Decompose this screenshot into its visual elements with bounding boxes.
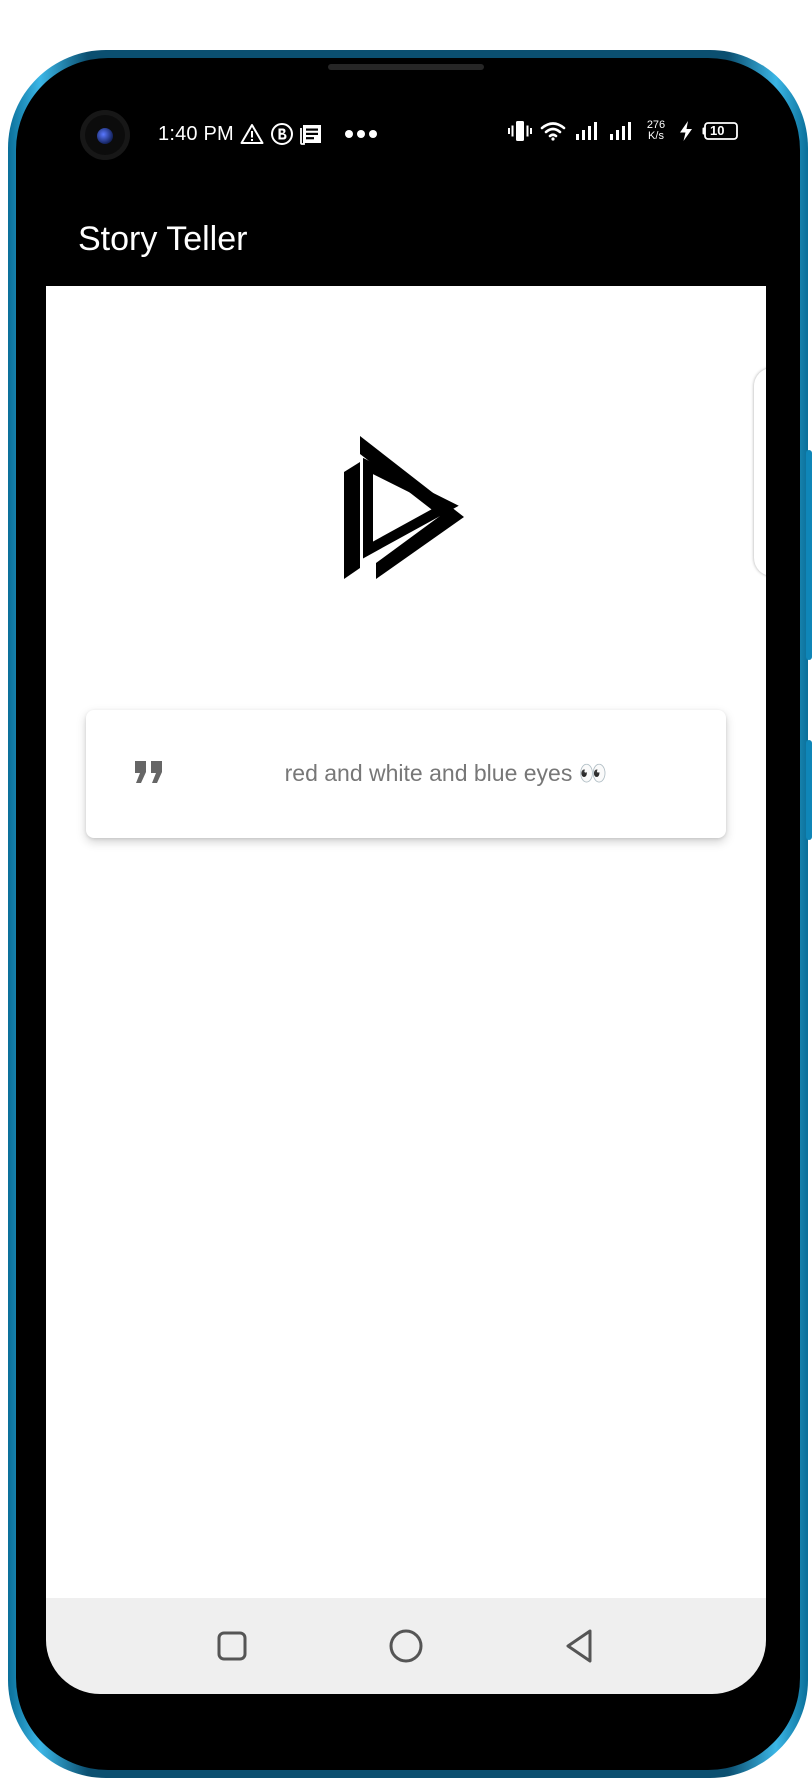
charging-icon — [678, 120, 694, 142]
vibrate-icon — [508, 120, 532, 142]
battery-level: 10 — [710, 123, 725, 138]
battery-icon: 10 — [702, 121, 740, 141]
network-speed: 276 K/s — [642, 120, 670, 142]
news-icon — [299, 123, 324, 145]
navigation-bar — [46, 1598, 766, 1694]
status-bar-left: 1:40 PM — [158, 122, 378, 146]
back-button[interactable] — [560, 1626, 600, 1666]
front-camera — [80, 110, 130, 160]
quote-text: red and white and blue eyes 👀 — [284, 760, 608, 786]
wifi-icon — [540, 121, 566, 141]
power-button — [806, 740, 812, 840]
home-icon — [389, 1629, 423, 1663]
network-speed-unit: K/s — [648, 130, 664, 142]
whatsapp-business-icon — [270, 122, 294, 146]
signal-icon — [574, 121, 600, 141]
warning-icon — [240, 123, 264, 145]
recents-icon — [217, 1631, 247, 1661]
status-time: 1:40 PM — [158, 122, 234, 145]
status-bar: 1:40 PM 276 K/s 10 — [46, 80, 766, 190]
recents-button[interactable] — [212, 1626, 252, 1666]
volume-button — [806, 450, 812, 660]
more-dots-icon — [344, 129, 378, 139]
quote-card[interactable]: red and white and blue eyes 👀 — [86, 710, 726, 838]
app-bar: Story Teller — [46, 190, 766, 286]
main-content: red and white and blue eyes 👀 — [46, 286, 766, 1598]
back-icon — [566, 1629, 592, 1663]
quote-icon — [135, 761, 162, 783]
app-title: Story Teller — [78, 220, 248, 258]
phone-screen: 1:40 PM 276 K/s 10 Story Teller red and … — [46, 80, 766, 1694]
status-bar-right: 276 K/s 10 — [508, 120, 740, 142]
edge-panel-handle[interactable] — [754, 368, 766, 576]
story-teller-logo — [344, 436, 464, 579]
earpiece-speaker — [328, 64, 484, 70]
signal-icon-2 — [608, 121, 634, 141]
home-button[interactable] — [386, 1626, 426, 1666]
